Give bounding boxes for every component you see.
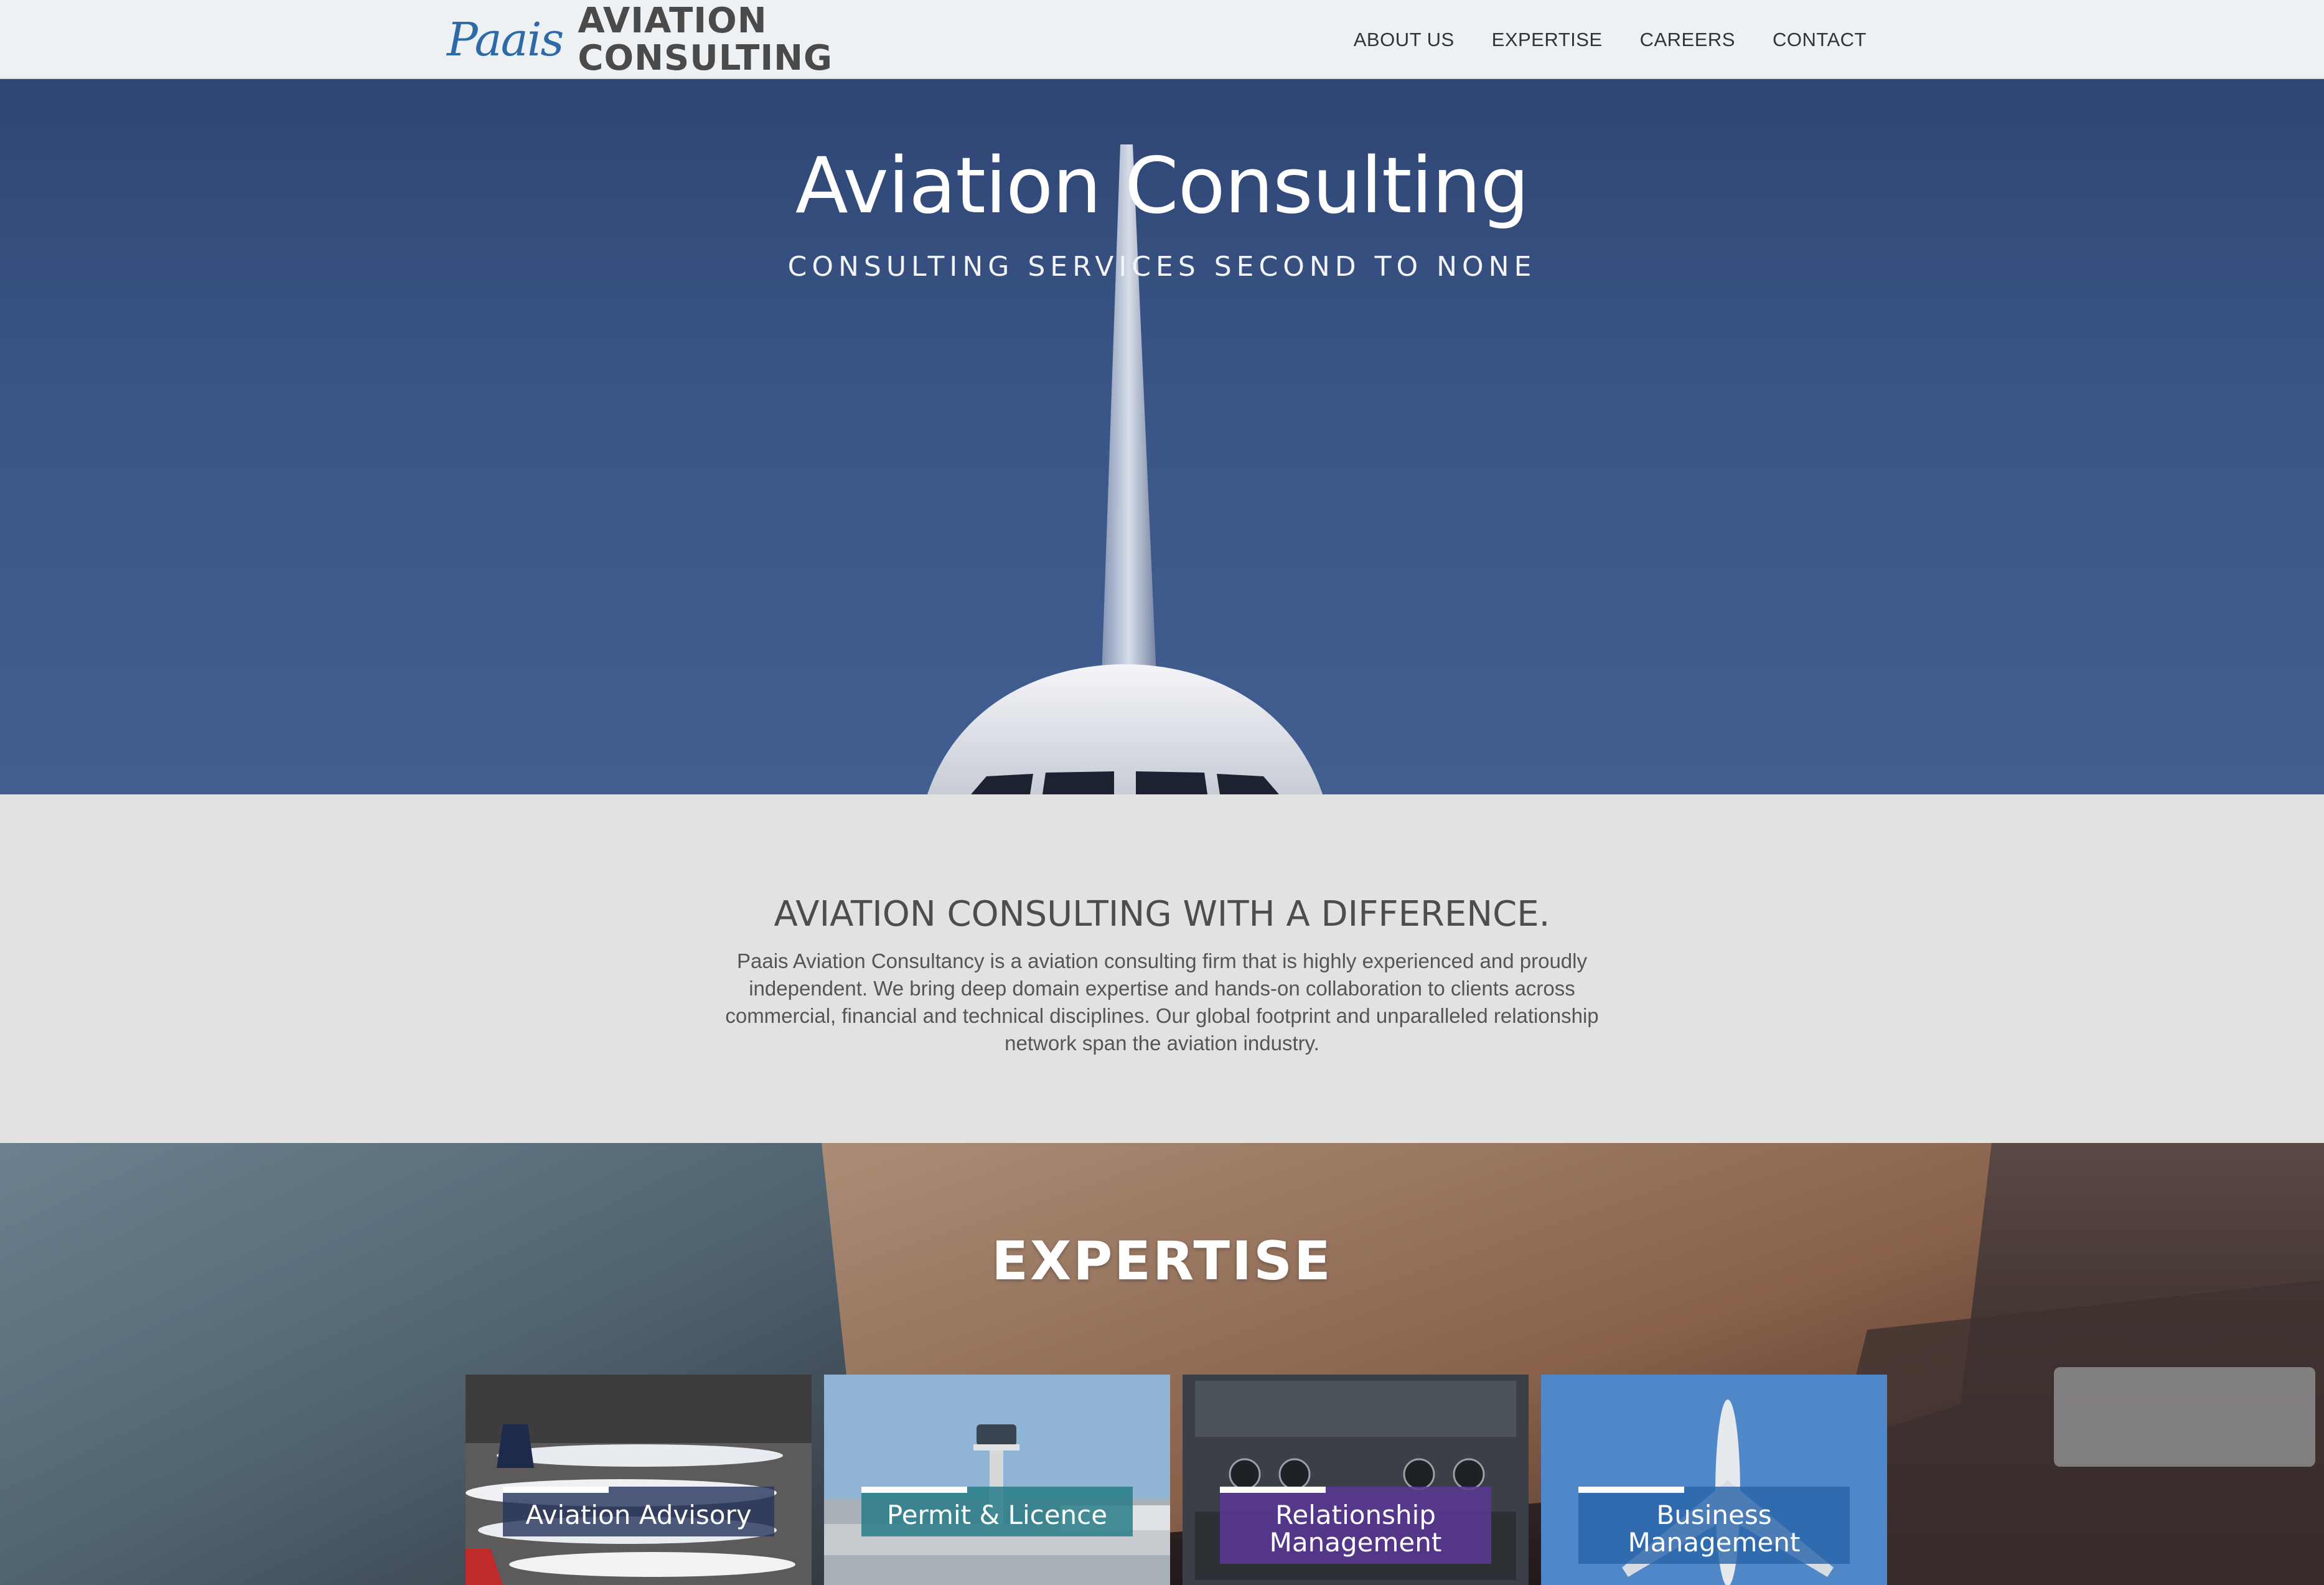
card-aviation-advisory[interactable]: Aviation Advisory <box>466 1375 812 1585</box>
card-accent-bar <box>503 1487 609 1493</box>
card-title-line-1: Aviation Advisory <box>525 1500 752 1530</box>
nav-link-careers[interactable]: CAREERS <box>1640 29 1735 51</box>
card-relationship-management[interactable]: Relationship Management <box>1183 1375 1529 1585</box>
card-title-line-1: Permit & Licence <box>886 1500 1108 1530</box>
control-tower-image <box>824 1375 1170 1585</box>
card-title-line-1: Relationship <box>1275 1500 1436 1530</box>
nav-link-expertise[interactable]: EXPERTISE <box>1492 29 1603 51</box>
logo-wordmark: AVIATION CONSULTING <box>578 2 833 77</box>
card-label-permit-licence: Permit & Licence <box>861 1487 1133 1536</box>
card-accent-bar <box>1220 1487 1326 1493</box>
card-title-line-2: Management <box>1269 1527 1442 1558</box>
card-permit-licence[interactable]: Permit & Licence <box>824 1375 1170 1585</box>
expertise-cards: Aviation Advisory Permit & Licence Relat… <box>466 1375 1887 1585</box>
main-nav: ABOUT US EXPERTISE CAREERS CONTACT <box>1354 0 1867 79</box>
card-label-business-management: Business Management <box>1578 1487 1850 1564</box>
nav-link-about-us[interactable]: ABOUT US <box>1354 29 1455 51</box>
card-business-management[interactable]: Business Management <box>1541 1375 1887 1585</box>
hero-title: Aviation Consulting <box>795 141 1529 231</box>
card-title-line-2: Management <box>1628 1527 1801 1558</box>
site-logo[interactable]: Paais AVIATION CONSULTING <box>447 0 833 79</box>
expertise-heading: EXPERTISE <box>991 1230 1333 1292</box>
card-accent-bar <box>1578 1487 1684 1493</box>
card-title-line-1: Business <box>1656 1500 1772 1530</box>
card-accent-bar <box>861 1487 967 1493</box>
nav-link-contact[interactable]: CONTACT <box>1773 29 1867 51</box>
logo-line-1: AVIATION <box>578 0 767 41</box>
airport-planes-image <box>466 1375 812 1585</box>
hero-subtitle: CONSULTING SERVICES SECOND TO NONE <box>787 251 1537 283</box>
site-header: Paais AVIATION CONSULTING ABOUT US EXPER… <box>0 0 2324 79</box>
hero-banner: Aviation Consulting CONSULTING SERVICES … <box>0 79 2324 794</box>
intro-paragraph: Paais Aviation Consultancy is a aviation… <box>725 949 1599 1055</box>
card-label-aviation-advisory: Aviation Advisory <box>503 1487 774 1536</box>
intro-section: AVIATION CONSULTING WITH A DIFFERENCE. P… <box>0 794 2324 1143</box>
logo-line-2: CONSULTING <box>578 37 833 78</box>
card-label-relationship-management: Relationship Management <box>1220 1487 1491 1564</box>
intro-heading: AVIATION CONSULTING WITH A DIFFERENCE. <box>774 894 1550 934</box>
expertise-section: EXPERTISE Aviation Advisory Permit & Lic… <box>0 1143 2324 1585</box>
logo-script-text: Paais <box>447 12 564 67</box>
